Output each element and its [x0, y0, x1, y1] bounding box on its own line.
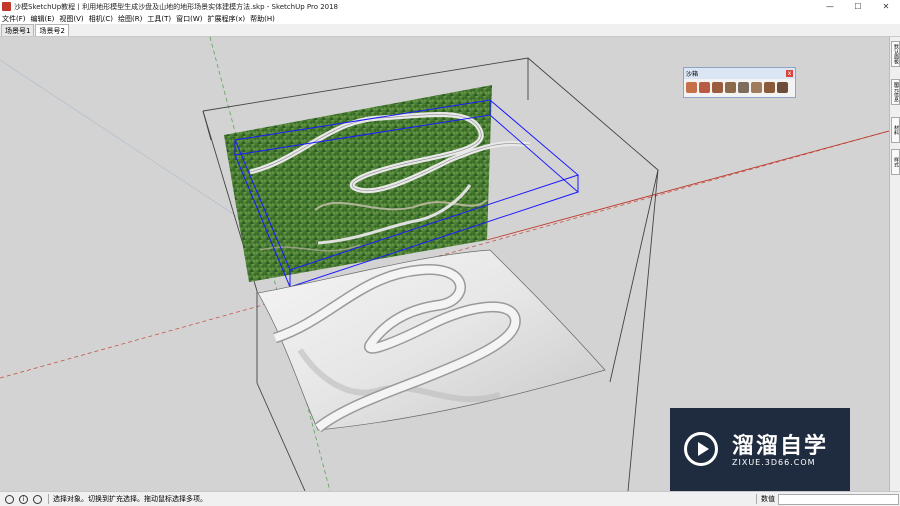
scene-tab-bar: 场景号1 场景号2 — [0, 24, 900, 37]
menu-edit[interactable]: 编辑(E) — [31, 14, 55, 24]
menu-window[interactable]: 窗口(W) — [176, 14, 202, 24]
tab-scene-2[interactable]: 场景号2 — [35, 24, 69, 36]
stamp-icon[interactable] — [725, 82, 736, 93]
geo-location-icon[interactable] — [5, 494, 14, 504]
menu-help[interactable]: 帮助(H) — [250, 14, 275, 24]
sandbox-terrain — [257, 249, 606, 431]
title-bar: 沙模SketchUp教程丨利用地形模型生成沙盘及山地的地形场景实体建模方法.sk… — [0, 0, 900, 13]
play-logo-icon — [684, 432, 718, 466]
menu-extensions[interactable]: 扩展程序(x) — [207, 14, 245, 24]
tray-tab-entity-info[interactable]: 图元信息 — [891, 79, 900, 105]
window-controls: — ☐ ✕ — [816, 0, 900, 13]
measurements-label: 数值 — [756, 494, 775, 504]
sandbox-extra-icon[interactable] — [777, 82, 788, 93]
maximize-button[interactable]: ☐ — [844, 0, 872, 13]
sandbox-from-scratch-icon[interactable] — [699, 82, 710, 93]
menu-camera[interactable]: 相机(C) — [89, 14, 113, 24]
watermark-banner: 溜溜自学 ZIXUE.3D66.COM — [670, 408, 850, 493]
menu-file[interactable]: 文件(F) — [2, 14, 26, 24]
sandbox-toolbar-title: 沙箱 — [686, 71, 699, 78]
menu-draw[interactable]: 绘图(R) — [118, 14, 142, 24]
sandbox-toolbar: 沙箱 x — [683, 67, 796, 98]
smoove-icon[interactable] — [712, 82, 723, 93]
menu-tools[interactable]: 工具(T) — [147, 14, 171, 24]
watermark-title: 溜溜自学 — [732, 434, 829, 459]
sandbox-from-contours-icon[interactable] — [686, 82, 697, 93]
tray-tab-styles[interactable]: 样式 — [891, 149, 900, 175]
measurements-input[interactable] — [778, 494, 899, 505]
user-account-icon[interactable] — [33, 494, 42, 504]
menu-view[interactable]: 视图(V) — [59, 14, 83, 24]
watermark-url: ZIXUE.3D66.COM — [732, 458, 816, 467]
close-button[interactable]: ✕ — [872, 0, 900, 13]
window-title: 沙模SketchUp教程丨利用地形模型生成沙盘及山地的地形场景实体建模方法.sk… — [14, 2, 339, 11]
info-icon[interactable]: i — [19, 494, 28, 504]
sandbox-tools — [684, 79, 795, 96]
drape-icon[interactable] — [738, 82, 749, 93]
minimize-button[interactable]: — — [816, 0, 844, 13]
tray-tab-materials[interactable]: 材料 — [891, 117, 900, 143]
sandbox-toolbar-close-button[interactable]: x — [786, 70, 793, 77]
sketchup-app-icon — [2, 2, 11, 11]
tab-scene-1[interactable]: 场景号1 — [1, 24, 35, 36]
add-detail-icon[interactable] — [751, 82, 762, 93]
status-bar: i 选择对象。切换到扩充选择。拖动鼠标选择多项。 数值 — [0, 491, 900, 506]
menu-bar: 文件(F) 编辑(E) 视图(V) 相机(C) 绘图(R) 工具(T) 窗口(W… — [0, 13, 900, 24]
tray-tab-default[interactable]: 默认面板 — [891, 41, 900, 67]
status-hint: 选择对象。切换到扩充选择。拖动鼠标选择多项。 — [48, 494, 207, 504]
default-tray: 默认面板 图元信息 材料 样式 — [889, 37, 900, 491]
flip-edge-icon[interactable] — [764, 82, 775, 93]
sandbox-toolbar-header[interactable]: 沙箱 x — [684, 68, 795, 79]
